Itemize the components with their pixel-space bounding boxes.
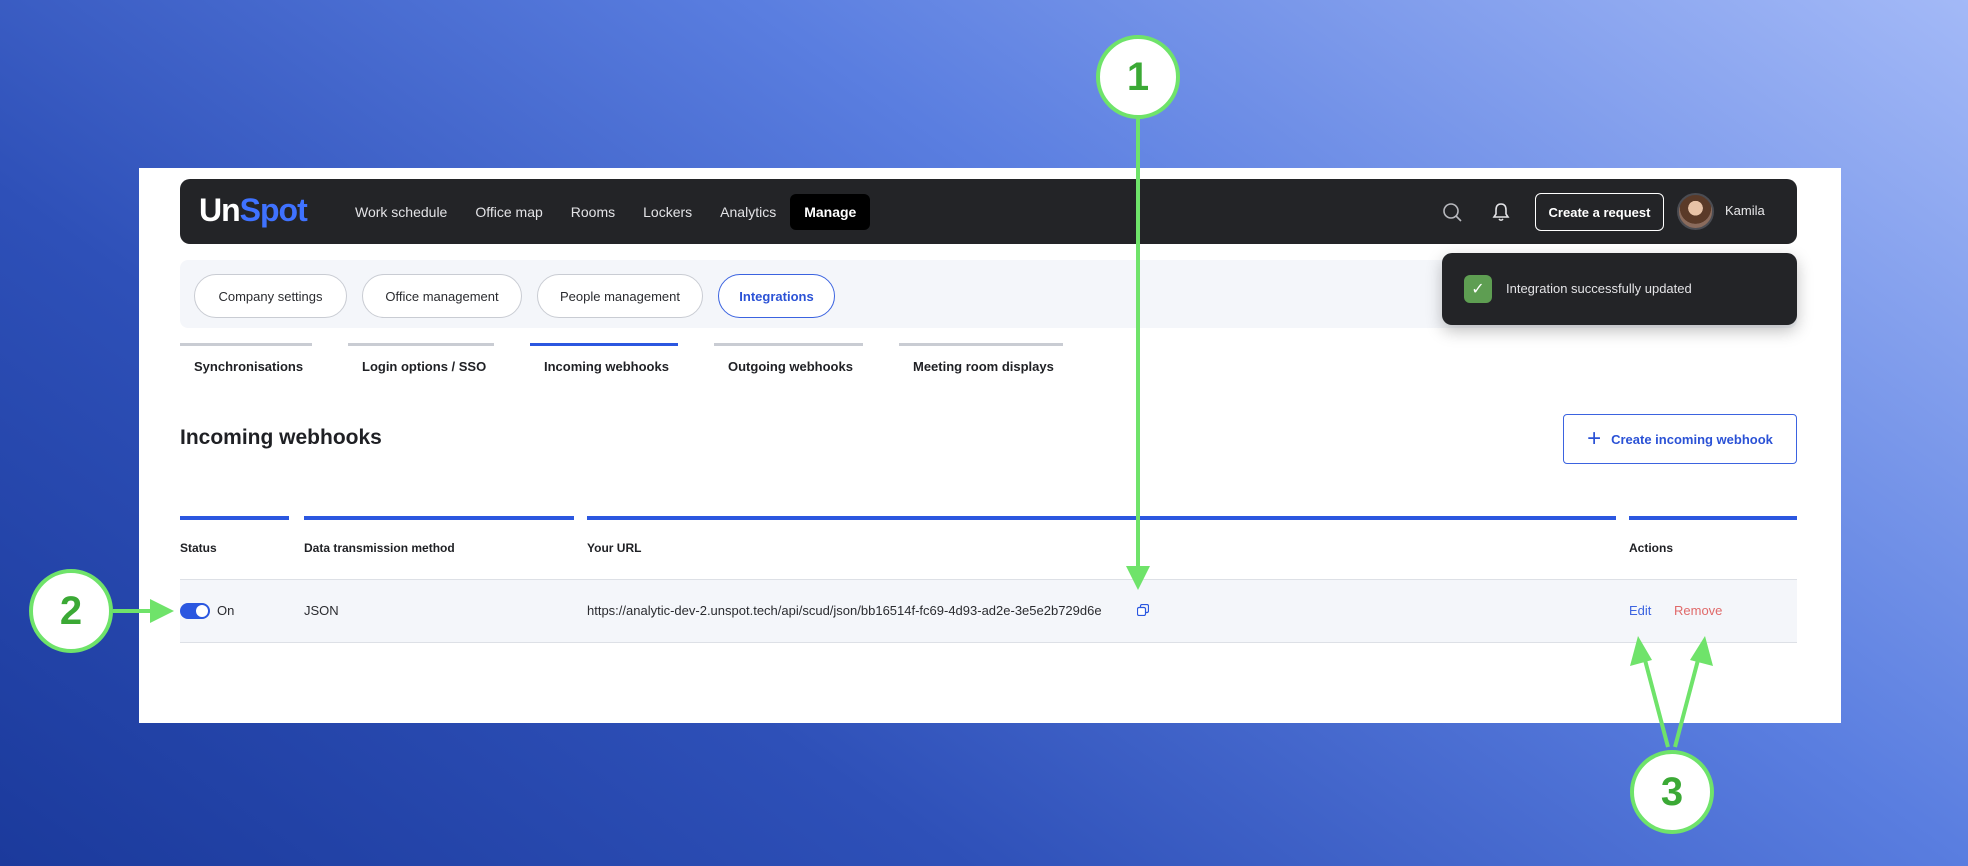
- annotation-badge-1: 1: [1096, 35, 1180, 119]
- annotation-arrows: [113, 117, 1713, 748]
- annotation-badge-3: 3: [1630, 750, 1714, 834]
- annotation-badge-2: 2: [29, 569, 113, 653]
